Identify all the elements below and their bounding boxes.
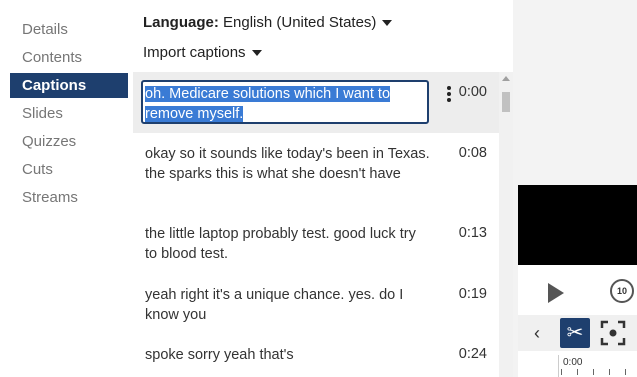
- nav-item-contents[interactable]: Contents: [10, 45, 128, 70]
- nav-item-captions[interactable]: Captions: [10, 73, 128, 98]
- scrollbar-thumb[interactable]: [502, 92, 510, 112]
- import-captions-dropdown[interactable]: Import captions: [143, 44, 262, 61]
- video-preview[interactable]: [518, 185, 637, 265]
- timeline-ruler[interactable]: 0:00: [558, 355, 637, 377]
- chevron-left-icon[interactable]: ‹: [534, 324, 540, 342]
- caret-down-icon: [251, 50, 262, 57]
- left-nav: Details Contents Captions Slides Quizzes…: [0, 0, 134, 377]
- caption-row[interactable]: oh. Medicare solutions which I want to r…: [133, 72, 499, 133]
- nav-item-cuts[interactable]: Cuts: [10, 157, 128, 182]
- timeline-tick: [561, 369, 562, 375]
- caret-down-icon: [382, 20, 393, 27]
- scissors-icon[interactable]: ✂: [560, 318, 590, 348]
- timeline-tick: [609, 369, 610, 375]
- nav-item-streams[interactable]: Streams: [10, 185, 128, 210]
- caption-time[interactable]: 0:19: [459, 286, 487, 302]
- caption-edit-field[interactable]: oh. Medicare solutions which I want to r…: [141, 80, 429, 124]
- cut-toolbar: ‹ ✂: [518, 315, 637, 351]
- timeline-tick: [577, 369, 578, 375]
- caption-time[interactable]: 0:13: [459, 225, 487, 241]
- caption-time[interactable]: 0:00: [459, 84, 487, 100]
- caption-scrollbar[interactable]: [499, 72, 513, 377]
- caption-text[interactable]: spoke sorry yeah that's: [145, 345, 430, 365]
- language-select[interactable]: Language: English (United States): [143, 14, 393, 31]
- caption-time[interactable]: 0:24: [459, 346, 487, 362]
- caption-list: oh. Medicare solutions which I want to r…: [133, 72, 499, 377]
- more-options-icon[interactable]: [446, 84, 452, 104]
- captions-panel: Language: English (United States) Import…: [133, 0, 513, 377]
- language-value: English (United States): [223, 14, 377, 31]
- language-label: Language:: [143, 14, 219, 31]
- caption-text[interactable]: yeah right it's a unique chance. yes. do…: [145, 285, 430, 325]
- nav-item-quizzes[interactable]: Quizzes: [10, 129, 128, 154]
- timeline-label: 0:00: [563, 357, 583, 368]
- player-controls: 10 ‹ ✂ 0:00: [518, 265, 637, 377]
- play-icon[interactable]: [548, 283, 564, 303]
- caption-text[interactable]: okay so it sounds like today's been in T…: [145, 144, 430, 184]
- nav-item-slides[interactable]: Slides: [10, 101, 128, 126]
- caption-text[interactable]: the little laptop probably test. good lu…: [145, 224, 430, 264]
- caption-time[interactable]: 0:08: [459, 145, 487, 161]
- rewind-10-icon[interactable]: 10: [610, 279, 634, 303]
- caption-text: oh. Medicare solutions which I want to r…: [145, 86, 391, 122]
- timeline-tick: [593, 369, 594, 375]
- nav-item-details[interactable]: Details: [10, 17, 128, 42]
- scroll-up-arrow-icon[interactable]: [502, 76, 510, 81]
- focus-frame-icon[interactable]: [600, 320, 626, 346]
- import-captions-label: Import captions: [143, 44, 246, 61]
- timeline-tick: [625, 369, 626, 375]
